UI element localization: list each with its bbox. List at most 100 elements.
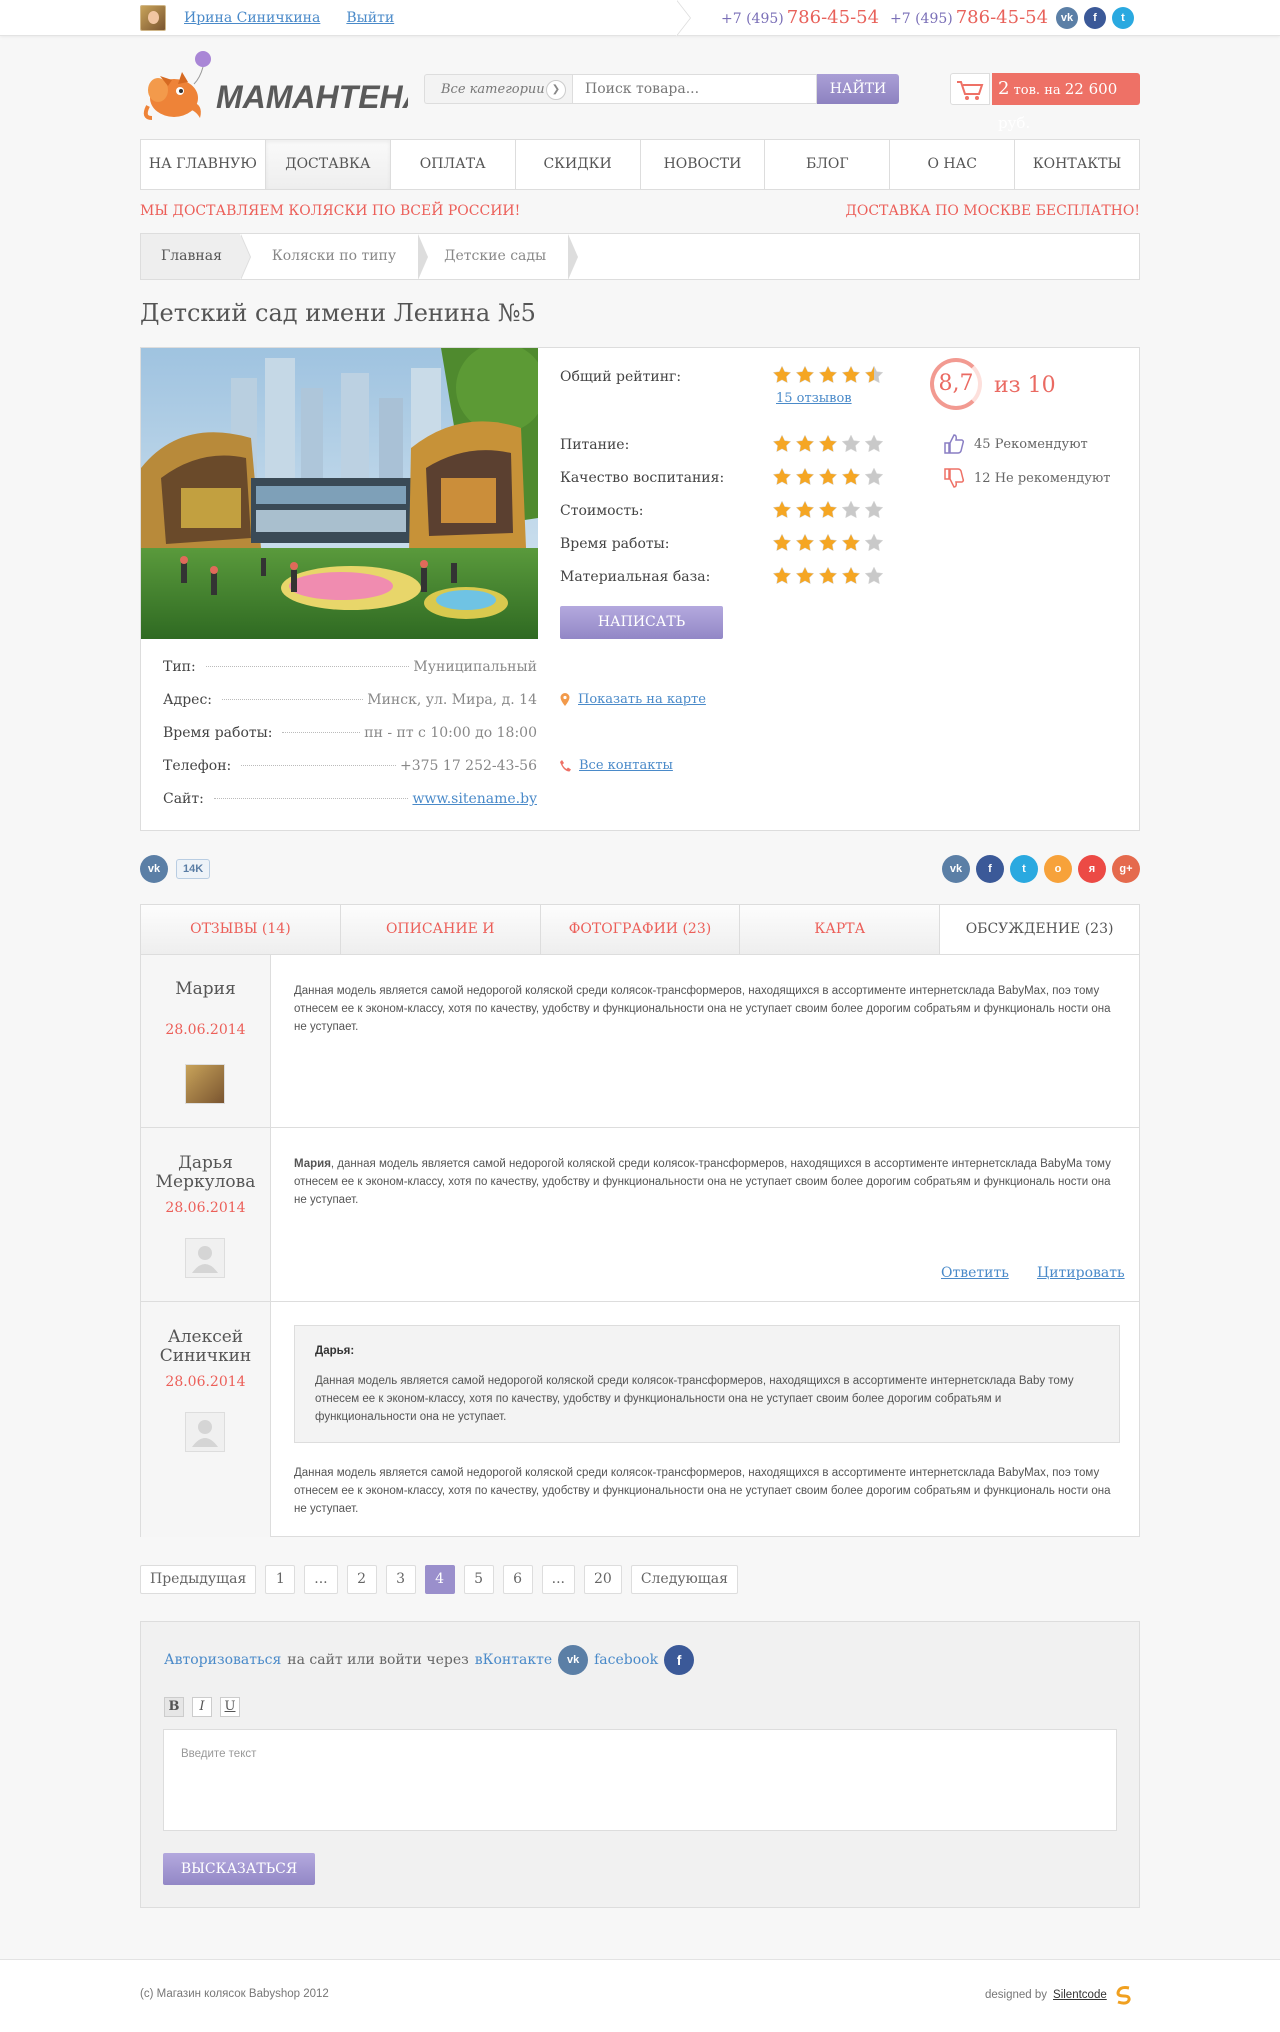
- odnoklassniki-icon[interactable]: о: [1044, 855, 1072, 883]
- vk-icon[interactable]: vk: [942, 855, 970, 883]
- phone-1: +7 (495) 786-45-54: [721, 7, 880, 28]
- nav-item[interactable]: КОНТАКТЫ: [1015, 140, 1139, 189]
- login-link[interactable]: Авторизоваться: [164, 1652, 281, 1668]
- not-recommend-row[interactable]: 12 Не рекомендуют: [942, 466, 1110, 490]
- breadcrumb-category[interactable]: Коляски по типу: [240, 234, 429, 280]
- user-placeholder-icon[interactable]: [185, 1238, 225, 1278]
- facebook-icon[interactable]: f: [664, 1645, 695, 1675]
- comment-mention[interactable]: Мария: [294, 1158, 331, 1170]
- show-map-row[interactable]: Показать на карте: [560, 692, 706, 707]
- pagination-prev[interactable]: Предыдущая: [140, 1565, 257, 1594]
- comment-text: Данная модель является самой недорогой к…: [294, 1467, 1111, 1515]
- bold-button[interactable]: B: [164, 1697, 184, 1717]
- pagination-page[interactable]: 3: [385, 1565, 416, 1594]
- promo-right: ДОСТАВКА ПО МОСКВЕ БЕСПЛАТНО!: [845, 203, 1140, 219]
- topbar-divider-arrow: [676, 0, 690, 36]
- pagination-page[interactable]: 20: [584, 1565, 622, 1594]
- designer-link[interactable]: Silentcode: [1053, 1989, 1107, 2001]
- designer-credit[interactable]: designed by Silentcode: [985, 1984, 1135, 2006]
- nav-item[interactable]: ОПЛАТА: [391, 140, 516, 189]
- format-toolbar: B I U: [164, 1697, 240, 1717]
- pagination-page[interactable]: 1: [265, 1565, 296, 1594]
- comment-author: Алексей Синичкин: [159, 1327, 252, 1366]
- star-icon: [864, 533, 884, 552]
- logout-link[interactable]: Выйти: [346, 10, 394, 26]
- detail-key: Адрес:: [163, 692, 213, 708]
- score-of: из 10: [994, 373, 1056, 398]
- recommend-row[interactable]: 45 Рекомендуют: [942, 432, 1088, 456]
- all-contacts-link[interactable]: Все контакты: [579, 758, 673, 773]
- comment-date: 28.06.2014: [165, 1200, 246, 1216]
- twitter-icon[interactable]: t: [1112, 7, 1134, 29]
- comments-list: Мария 28.06.2014 Данная модель является …: [140, 955, 1140, 1537]
- vk-share[interactable]: vk 14K: [140, 855, 211, 883]
- tab-item[interactable]: ФОТОГРАФИИ (23): [541, 905, 741, 954]
- nav-item[interactable]: БЛОГ: [765, 140, 891, 189]
- cart-icon[interactable]: [950, 73, 990, 105]
- comment-date: 28.06.2014: [165, 1022, 246, 1038]
- comment-avatar[interactable]: [185, 1064, 225, 1104]
- user-avatar[interactable]: [140, 5, 166, 31]
- fb-login-link[interactable]: facebook: [594, 1652, 658, 1668]
- category-select[interactable]: Все категории ❯: [424, 74, 572, 104]
- vk-icon[interactable]: vk: [1056, 7, 1078, 29]
- underline-button[interactable]: U: [220, 1697, 240, 1717]
- site-link[interactable]: www.sitename.by: [412, 791, 537, 807]
- google-plus-icon[interactable]: g+: [1112, 855, 1140, 883]
- detail-row: Адрес: Минск, ул. Мира, д. 14: [163, 692, 537, 708]
- nav-item[interactable]: НОВОСТИ: [641, 140, 766, 189]
- pagination-page[interactable]: 5: [463, 1565, 494, 1594]
- cart-summary[interactable]: 2 тов. на 22 600 руб.: [992, 73, 1140, 132]
- comment-textarea[interactable]: Введите текст: [163, 1729, 1117, 1831]
- nav-item[interactable]: СКИДКИ: [516, 140, 641, 189]
- pagination-next[interactable]: Следующая: [630, 1565, 738, 1594]
- rating-stars: [772, 434, 887, 458]
- vk-icon[interactable]: vk: [140, 855, 168, 883]
- nav-item[interactable]: ДОСТАВКА: [265, 140, 391, 189]
- nav-item[interactable]: О НАС: [890, 140, 1016, 189]
- write-review-button[interactable]: НАПИСАТЬ: [560, 606, 723, 639]
- quote-text: Данная модель является самой недорогой к…: [315, 1375, 1074, 1423]
- overall-rating-stars: [772, 365, 887, 389]
- comment-item: Алексей Синичкин 28.06.2014 Дарья: Данна…: [141, 1302, 1139, 1537]
- facebook-icon[interactable]: f: [1084, 7, 1106, 29]
- pagination-ellipsis[interactable]: ...: [304, 1565, 338, 1594]
- search-input[interactable]: Поиск товара...: [572, 74, 817, 104]
- star-icon: [818, 533, 838, 552]
- tab-item[interactable]: ОПИСАНИЕ И КОНТАКТЫ: [341, 905, 541, 986]
- breadcrumb-home[interactable]: Главная: [141, 234, 251, 280]
- pagination-ellipsis[interactable]: ...: [541, 1565, 575, 1594]
- tab-item[interactable]: ОБСУЖДЕНИЕ (23): [940, 905, 1139, 954]
- twitter-icon[interactable]: t: [1010, 855, 1038, 883]
- pagination-page[interactable]: 6: [502, 1565, 533, 1594]
- search-button[interactable]: НАЙТИ: [817, 74, 899, 104]
- pagination-page[interactable]: 4: [424, 1565, 455, 1594]
- show-map-link[interactable]: Показать на карте: [578, 692, 706, 707]
- kindergarten-photo[interactable]: [141, 348, 538, 639]
- submit-comment-button[interactable]: ВЫСКАЗАТЬСЯ: [163, 1853, 315, 1885]
- facebook-icon[interactable]: f: [976, 855, 1004, 883]
- all-contacts-row[interactable]: Все контакты: [560, 758, 673, 773]
- rating-label: Время работы:: [560, 536, 670, 552]
- italic-button[interactable]: I: [192, 1697, 212, 1717]
- site-logo[interactable]: МАМАНТЕНА: [138, 46, 426, 126]
- overall-rating-label: Общий рейтинг:: [560, 369, 682, 385]
- nav-item[interactable]: НА ГЛАВНУЮ: [141, 140, 266, 189]
- vk-login-link[interactable]: вКонтакте: [475, 1652, 552, 1668]
- star-icon: [864, 566, 884, 585]
- reviews-link[interactable]: 15 отзывов: [776, 391, 852, 406]
- star-icon: [864, 365, 884, 384]
- detail-value: +375 17 252-43-56: [400, 758, 537, 774]
- pagination-page[interactable]: 2: [346, 1565, 377, 1594]
- main-nav: НА ГЛАВНУЮ ДОСТАВКА ОПЛАТА СКИДКИ НОВОСТИ БЛО…: [140, 139, 1140, 190]
- star-icon: [841, 500, 861, 519]
- tab-item[interactable]: КАРТА: [740, 905, 941, 954]
- user-name-link[interactable]: Ирина Синичкина: [184, 10, 320, 26]
- star-icon: [841, 533, 861, 552]
- user-placeholder-icon[interactable]: [185, 1412, 225, 1452]
- reply-link[interactable]: Ответить: [941, 1265, 1009, 1281]
- vk-icon[interactable]: vk: [558, 1645, 589, 1675]
- tab-item[interactable]: ОТЗЫВЫ (14): [141, 905, 341, 954]
- quote-link[interactable]: Цитировать: [1037, 1265, 1125, 1281]
- yandex-icon[interactable]: я: [1078, 855, 1106, 883]
